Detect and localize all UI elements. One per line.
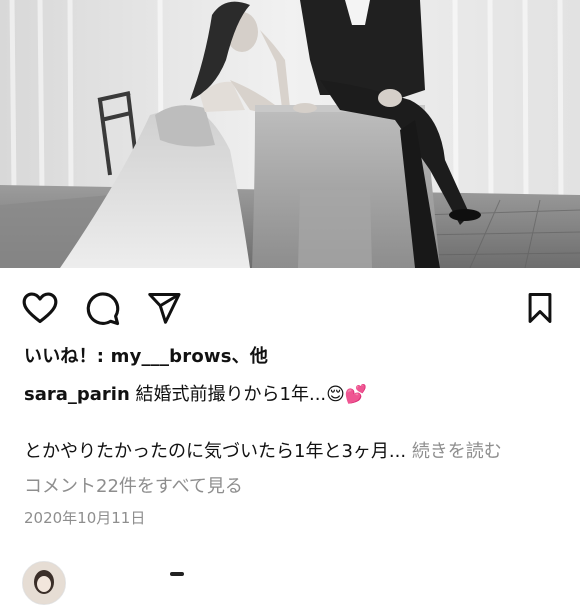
post-caption: sara_parin 結婚式前撮りから1年...😌💕	[24, 380, 367, 406]
share-button[interactable]	[144, 288, 184, 328]
like-button[interactable]	[20, 288, 60, 328]
read-more-link[interactable]: 続きを読む	[412, 441, 502, 462]
send-icon	[148, 293, 181, 324]
caption-emojis: 😌💕	[326, 384, 368, 405]
save-button[interactable]	[520, 288, 560, 328]
post-actions-bar	[0, 280, 580, 332]
avatar-image	[23, 562, 65, 604]
post-date: 2020年10月11日	[24, 509, 146, 527]
likes-summary[interactable]: いいね！: my___brows、他	[24, 342, 268, 368]
view-all-comments-link[interactable]: コメント22件をすべて見る	[24, 472, 243, 498]
heart-icon	[22, 292, 58, 324]
caption-text: 結婚式前撮りから1年...	[135, 384, 327, 405]
avatar[interactable]	[22, 561, 66, 605]
next-post-username-fragment	[170, 572, 184, 576]
caption-body-text: とかやりたかったのに気づいたら1年と3ヶ月...	[24, 441, 407, 462]
wedding-photo	[0, 0, 580, 268]
comment-button[interactable]	[82, 288, 122, 328]
comment-icon	[86, 292, 120, 326]
caption-username[interactable]: sara_parin	[24, 384, 130, 405]
caption-continued: とかやりたかったのに気づいたら1年と3ヶ月... 続きを読む	[24, 437, 502, 463]
post-photo[interactable]	[0, 0, 580, 268]
bookmark-icon	[528, 293, 552, 323]
